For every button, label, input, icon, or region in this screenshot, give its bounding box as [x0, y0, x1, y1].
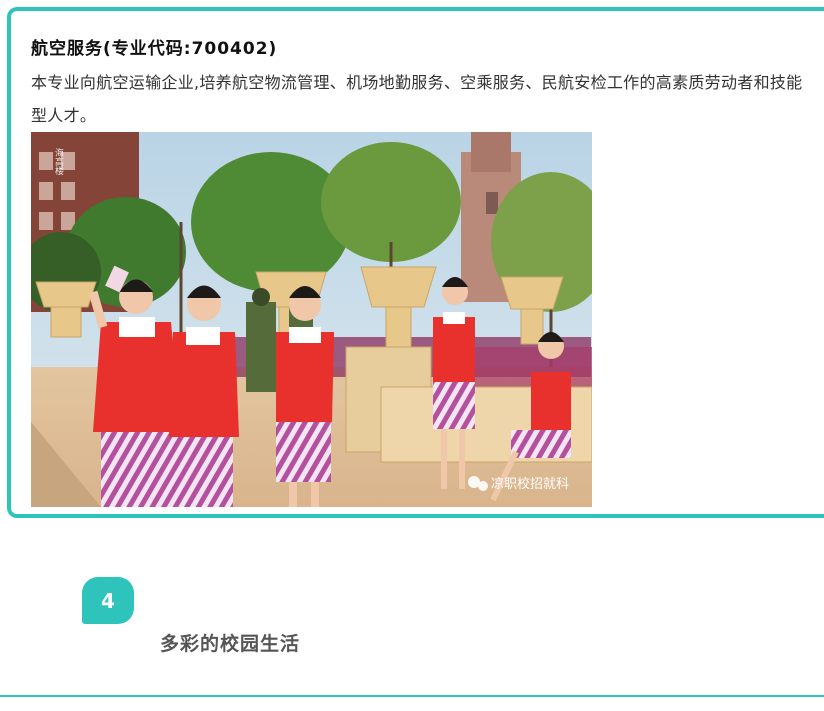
- major-title: 航空服务(专业代码:700402): [31, 39, 278, 59]
- section-number-badge: 4: [82, 577, 134, 624]
- building-sign: 海高楼: [53, 147, 64, 176]
- watermark-text: 凉职校招就科: [491, 476, 569, 492]
- flight-attendants-photo: 海高楼 凉职校招就科: [31, 132, 592, 507]
- divider-line: [0, 695, 824, 697]
- major-description: 本专业向航空运输企业,培养航空物流管理、机场地勤服务、空乘服务、民航安检工作的高…: [31, 73, 803, 125]
- section-title: 多彩的校园生活: [160, 633, 301, 655]
